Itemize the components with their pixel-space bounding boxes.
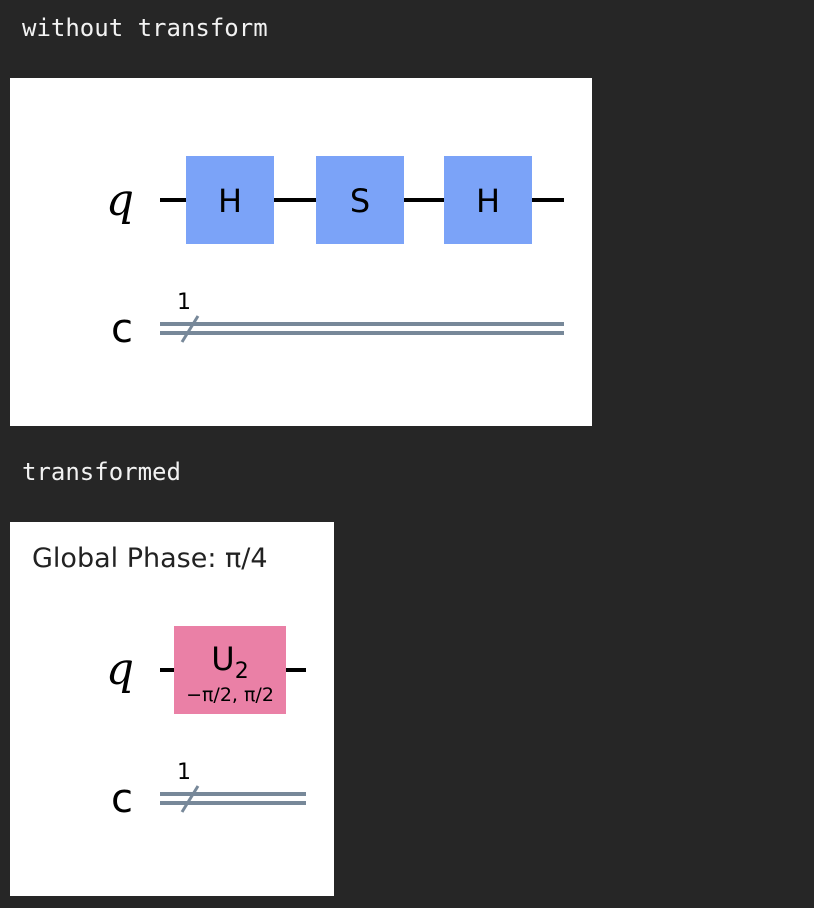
gate-h-2: H xyxy=(444,156,532,244)
clbit-slash xyxy=(180,315,200,343)
qubit-label: q xyxy=(106,175,134,226)
global-phase: Global Phase: π/4 xyxy=(32,543,268,574)
circuit-figure-transformed: Global Phase: π/4 q U2 −π/2, π/2 c 1 xyxy=(10,522,334,896)
output-label-transformed: transformed xyxy=(22,458,181,486)
gate-u2-name: U xyxy=(211,640,234,678)
clbit-label: c xyxy=(111,776,133,822)
clbit-slash xyxy=(180,785,200,813)
clbit-count: 1 xyxy=(177,760,191,785)
gate-h-2-label: H xyxy=(476,182,500,220)
output-label-without-transform: without transform xyxy=(22,14,268,42)
gate-h-1-label: H xyxy=(218,182,242,220)
clbit-count: 1 xyxy=(177,290,191,315)
gate-u2: U2 −π/2, π/2 xyxy=(174,626,286,714)
qubit-label: q xyxy=(106,644,134,695)
gate-s-label: S xyxy=(350,182,370,220)
gate-u2-params: −π/2, π/2 xyxy=(186,684,274,706)
circuit-figure-original: q H S H c 1 xyxy=(10,78,592,426)
circuit-diagram-original: q H S H c 1 xyxy=(106,156,564,352)
gate-h-1: H xyxy=(186,156,274,244)
gate-u2-subscript: 2 xyxy=(235,659,249,684)
gate-s: S xyxy=(316,156,404,244)
clbit-label: c xyxy=(111,306,133,352)
circuit-diagram-transformed: Global Phase: π/4 q U2 −π/2, π/2 c 1 xyxy=(32,543,306,822)
